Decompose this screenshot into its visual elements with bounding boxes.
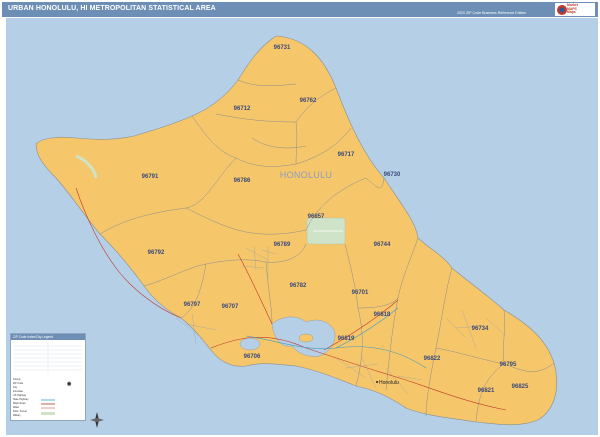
map-canvas[interactable]: SCHOFIELD BARRACKS HONOLULU 96731 96762 … xyxy=(6,18,598,435)
legend-panel: ZIP Code Index/City Legend County ZIP Co… xyxy=(10,333,86,421)
map-frame: URBAN HONOLULU, HI METROPOLITAN STATISTI… xyxy=(0,0,600,437)
zip-label: 96734 xyxy=(472,326,489,332)
legend-title: ZIP Code Index/City Legend xyxy=(11,334,85,340)
legend-row: State Highway xyxy=(13,398,29,401)
title-bar: URBAN HONOLULU, HI METROPOLITAN STATISTI… xyxy=(2,2,598,17)
legend-index-grid xyxy=(14,342,82,374)
zip-label: 96731 xyxy=(274,45,291,51)
zip-label: 96795 xyxy=(500,362,517,368)
zip-label: 96825 xyxy=(512,384,529,390)
legend-logo-icon: ◉ xyxy=(67,381,72,387)
zip-label: 96792 xyxy=(148,250,165,256)
zip-label: 96818 xyxy=(374,312,391,318)
park-label: SCHOFIELD BARRACKS xyxy=(313,229,343,233)
legend-row: ZIP Code xyxy=(13,382,24,385)
city-label: Honolulu xyxy=(379,380,399,386)
zip-label: 96821 xyxy=(478,388,495,394)
city-dot xyxy=(376,381,378,383)
zip-label: 96797 xyxy=(184,302,201,308)
zip-label: 96712 xyxy=(234,106,251,112)
zip-label: 96706 xyxy=(244,354,261,360)
zip-label: 96791 xyxy=(142,174,159,180)
legend-row: US Highway xyxy=(13,394,27,397)
zip-label: 96707 xyxy=(222,304,239,310)
west-loch xyxy=(239,337,261,351)
map-title: URBAN HONOLULU, HI METROPOLITAN STATISTI… xyxy=(8,5,216,12)
legend-symbols xyxy=(41,399,55,415)
zip-label: 96789 xyxy=(274,242,291,248)
zip-label: 96819 xyxy=(338,336,355,342)
zip-label: 96762 xyxy=(300,98,317,104)
marketmaps-logo-icon: Market MAPS Maps xyxy=(555,3,595,16)
zip-label: 96822 xyxy=(424,356,441,362)
legend-row: County xyxy=(13,378,21,381)
zip-label: 96857 xyxy=(308,214,325,220)
publisher-name: Market MAPS Maps xyxy=(567,3,578,15)
zip-label: 96717 xyxy=(338,152,355,158)
zip-label: 96730 xyxy=(384,172,401,178)
zip-label: 96744 xyxy=(374,242,391,248)
legend-row: Military xyxy=(13,414,21,417)
map-edition: 2020 ZIP Code Business Reference Edition xyxy=(457,11,527,15)
zip-label: 96701 xyxy=(352,290,369,296)
legend-row: Water xyxy=(13,406,20,409)
compass-rose-icon xyxy=(90,412,104,428)
legend-row: Interstate xyxy=(13,390,23,393)
legend-row: Major Road xyxy=(13,402,26,405)
legend-row: City xyxy=(13,386,18,389)
ford-island xyxy=(298,333,314,343)
county-label: HONOLULU xyxy=(280,170,332,180)
zip-label: 96782 xyxy=(290,283,307,289)
zip-label: 96786 xyxy=(234,178,251,184)
legend-row: Park / Forest xyxy=(13,410,27,413)
